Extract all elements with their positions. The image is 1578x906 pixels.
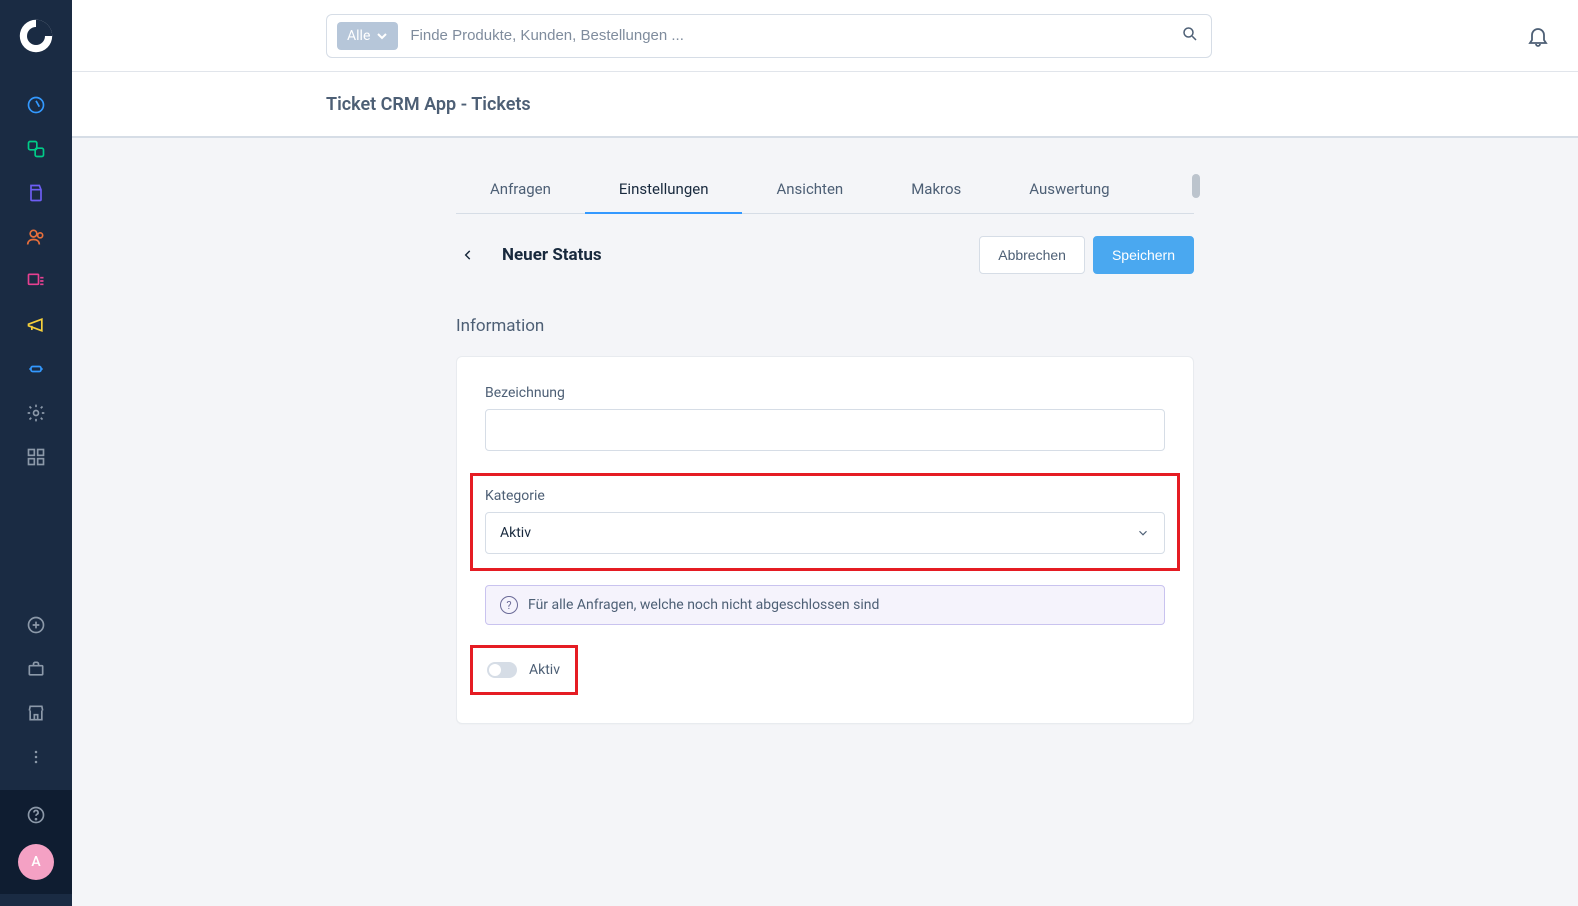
tab-scroll-indicator[interactable]: [1192, 174, 1200, 198]
nav-main: [25, 94, 47, 468]
customers-icon[interactable]: [25, 226, 47, 248]
settings-icon[interactable]: [25, 402, 47, 424]
content-area: Anfragen Einstellungen Ansichten Makros …: [72, 138, 1578, 906]
sidebar: A: [0, 0, 72, 906]
store-icon[interactable]: [25, 702, 47, 724]
tab-makros[interactable]: Makros: [877, 170, 995, 213]
kategorie-label: Kategorie: [485, 488, 1165, 504]
question-icon: ?: [500, 596, 518, 614]
save-button[interactable]: Speichern: [1093, 236, 1194, 274]
content-icon[interactable]: [25, 270, 47, 292]
detail-title: Neuer Status: [502, 245, 602, 265]
search-icon[interactable]: [1181, 25, 1199, 47]
cancel-button[interactable]: Abbrechen: [979, 236, 1085, 274]
tab-bar: Anfragen Einstellungen Ansichten Makros …: [456, 170, 1194, 214]
aktiv-toggle[interactable]: [487, 662, 517, 678]
tab-auswertung[interactable]: Auswertung: [995, 170, 1143, 213]
back-button[interactable]: [456, 243, 480, 267]
page-titlebar: Ticket CRM App - Tickets: [72, 72, 1578, 138]
page-title: Ticket CRM App - Tickets: [326, 94, 531, 115]
chevron-left-icon: [461, 248, 475, 262]
bezeichnung-input[interactable]: [485, 409, 1165, 451]
detail-header: Neuer Status Abbrechen Speichern: [456, 236, 1194, 274]
search-filter-label: Alle: [347, 28, 370, 44]
avatar[interactable]: A: [18, 844, 54, 880]
kategorie-select[interactable]: Aktiv: [485, 512, 1165, 554]
marketing-icon[interactable]: [25, 314, 47, 336]
tab-anfragen[interactable]: Anfragen: [456, 170, 585, 213]
orders-icon[interactable]: [25, 182, 47, 204]
dashboard-icon[interactable]: [25, 94, 47, 116]
section-heading: Information: [456, 316, 1194, 336]
chevron-down-icon: [376, 30, 388, 42]
briefcase-icon[interactable]: [25, 658, 47, 680]
topbar: Alle: [72, 0, 1578, 72]
info-banner: ? Für alle Anfragen, welche noch nicht a…: [485, 585, 1165, 625]
search-input[interactable]: [410, 27, 1169, 44]
toggle-highlight: Aktiv: [470, 645, 578, 695]
chevron-down-icon: [1136, 526, 1150, 540]
detail-actions: Abbrechen Speichern: [979, 236, 1194, 274]
catalog-icon[interactable]: [25, 138, 47, 160]
notifications-icon[interactable]: [1526, 24, 1550, 48]
toggle-row: Aktiv: [487, 662, 561, 678]
app-logo: [18, 18, 54, 54]
help-icon[interactable]: [25, 804, 47, 826]
field-bezeichnung: Bezeichnung: [485, 385, 1165, 451]
aktiv-toggle-label: Aktiv: [529, 662, 560, 678]
info-card: Bezeichnung Kategorie Aktiv ? Für alle A…: [456, 356, 1194, 724]
bezeichnung-label: Bezeichnung: [485, 385, 1165, 401]
add-icon[interactable]: [25, 614, 47, 636]
kategorie-value: Aktiv: [500, 525, 531, 541]
apps-icon[interactable]: [25, 446, 47, 468]
extensions-icon[interactable]: [25, 358, 47, 380]
sidebar-footer: A: [0, 790, 72, 894]
more-icon[interactable]: [25, 746, 47, 768]
field-kategorie: Kategorie Aktiv: [485, 488, 1165, 554]
kategorie-highlight: Kategorie Aktiv: [470, 473, 1180, 571]
search-filter-dropdown[interactable]: Alle: [337, 22, 398, 50]
info-text: Für alle Anfragen, welche noch nicht abg…: [528, 597, 879, 613]
tab-ansichten[interactable]: Ansichten: [742, 170, 877, 213]
global-search: Alle: [326, 14, 1212, 58]
nav-bottom: A: [0, 614, 72, 906]
tab-einstellungen[interactable]: Einstellungen: [585, 170, 743, 214]
